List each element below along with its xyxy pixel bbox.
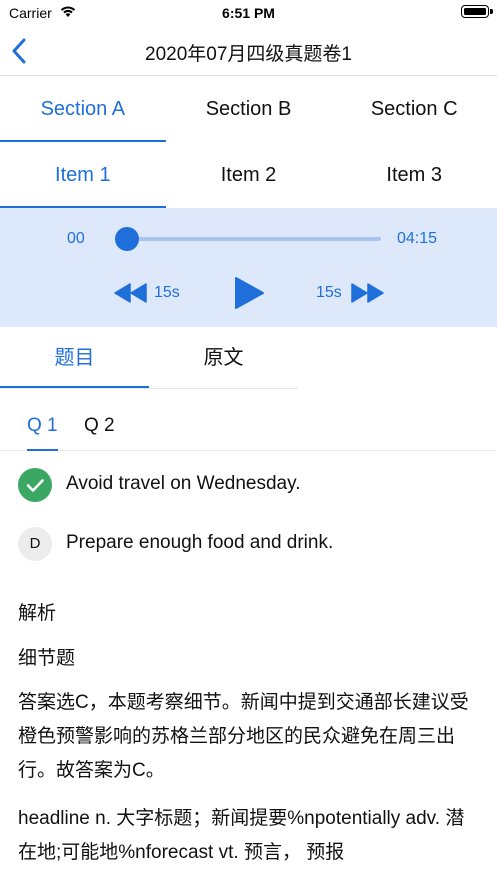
status-bar: Carrier 6:51 PM [0,0,497,28]
forward-15s-button[interactable]: 15s [316,278,386,308]
answer-option-correct[interactable]: Avoid travel on Wednesday. [0,460,497,510]
analysis-heading: 解析 [18,603,57,624]
option-text: Avoid travel on Wednesday. [66,473,301,494]
battery-icon [461,5,493,18]
total-time: 04:15 [397,230,438,247]
play-icon[interactable] [232,275,266,311]
tab-q1[interactable]: Q 1 [27,415,58,451]
fast-forward-icon [351,283,384,303]
tab-item-3[interactable]: Item 3 [331,142,497,208]
tab-transcript[interactable]: 原文 [149,327,298,388]
forward-label: 15s [316,284,342,301]
section-tabs: Section A Section B Section C [0,77,497,142]
clock: 6:51 PM [222,5,275,21]
slider-thumb[interactable] [115,227,139,251]
rewind-icon [114,283,147,303]
current-time: 00 [67,230,85,247]
question-type: 细节题 [18,648,76,669]
tab-section-a[interactable]: Section A [0,77,166,142]
option-letter-badge: D [18,527,52,561]
tab-section-c[interactable]: Section C [331,77,497,142]
check-icon [26,479,44,492]
tab-item-2[interactable]: Item 2 [166,142,332,208]
navigation-bar: 2020年07月四级真题卷1 [0,28,497,76]
question-tabs: Q 1 Q 2 [0,398,497,451]
answer-option-d[interactable]: D Prepare enough food and drink. [0,519,497,569]
rewind-15s-button[interactable]: 15s [114,278,186,308]
analysis-explanation: 答案选C，本题考察细节。新闻中提到交通部长建议受橙色预警影响的苏格兰部分地区的民… [18,692,469,781]
page-title: 2020年07月四级真题卷1 [145,44,352,65]
progress-slider[interactable] [127,237,381,241]
content-tabs: 题目 原文 [0,327,298,389]
tab-section-b[interactable]: Section B [166,77,332,142]
tab-questions[interactable]: 题目 [0,327,149,388]
vocabulary-notes: headline n. 大字标题；新闻提要%npotentially adv. … [18,808,465,863]
rewind-label: 15s [154,284,180,301]
audio-player: 00 04:15 15s 15s [0,208,497,327]
correct-marker [18,468,52,502]
option-text: Prepare enough food and drink. [66,532,334,553]
tab-q2[interactable]: Q 2 [84,415,115,451]
item-tabs: Item 1 Item 2 Item 3 [0,142,497,208]
tab-item-1[interactable]: Item 1 [0,142,166,208]
